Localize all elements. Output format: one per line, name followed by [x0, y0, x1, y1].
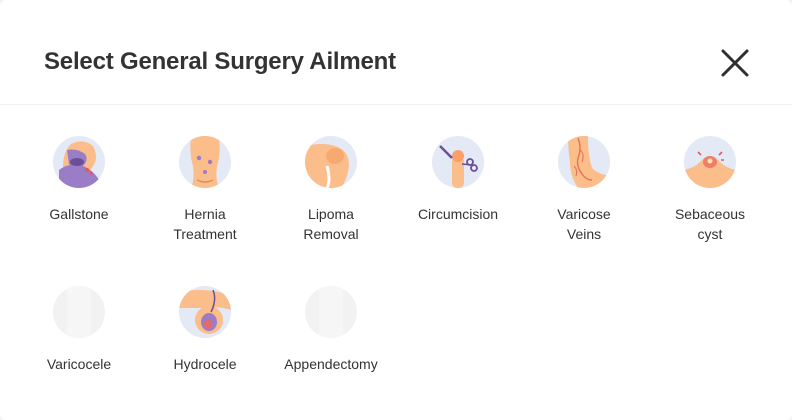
- ailment-lipoma-removal[interactable]: Lipoma Removal: [268, 136, 394, 256]
- lipoma-icon: [305, 136, 357, 188]
- ailment-label: Appendectomy: [284, 356, 378, 372]
- sebaceous-cyst-icon: [684, 136, 736, 188]
- varicose-veins-icon: [558, 136, 610, 188]
- varicocele-icon: [53, 286, 105, 338]
- modal-title: Select General Surgery Ailment: [44, 48, 396, 75]
- ailment-hydrocele[interactable]: Hydrocele: [142, 286, 268, 406]
- ailment-label: Gallstone: [49, 206, 109, 222]
- ailment-label: Lipoma Removal: [303, 206, 359, 242]
- hernia-icon: [179, 136, 231, 188]
- close-icon[interactable]: [716, 44, 754, 82]
- ailment-varicose-veins[interactable]: Varicose Veins: [521, 136, 647, 256]
- ailment-modal: Select General Surgery Ailment Gallstone: [0, 0, 792, 420]
- ailment-appendectomy[interactable]: Appendectomy: [268, 286, 394, 406]
- ailment-label: Hernia Treatment: [173, 206, 237, 242]
- ailment-label: Sebaceous cyst: [674, 206, 746, 242]
- modal-header: Select General Surgery Ailment: [0, 0, 792, 105]
- ailment-label: Varicocele: [46, 356, 112, 372]
- gallstone-icon: [53, 136, 105, 188]
- hydrocele-icon: [179, 286, 231, 338]
- ailment-label: Varicose Veins: [557, 206, 611, 242]
- ailment-hernia-treatment[interactable]: Hernia Treatment: [142, 136, 268, 256]
- ailment-sebaceous-cyst[interactable]: Sebaceous cyst: [647, 136, 773, 256]
- ailment-label: Hydrocele: [173, 356, 237, 372]
- ailment-varicocele[interactable]: Varicocele: [16, 286, 142, 406]
- ailment-gallstone[interactable]: Gallstone: [16, 136, 142, 256]
- appendectomy-icon: [305, 286, 357, 338]
- ailment-circumcision[interactable]: Circumcision: [395, 136, 521, 256]
- circumcision-icon: [432, 136, 484, 188]
- ailment-label: Circumcision: [417, 206, 499, 222]
